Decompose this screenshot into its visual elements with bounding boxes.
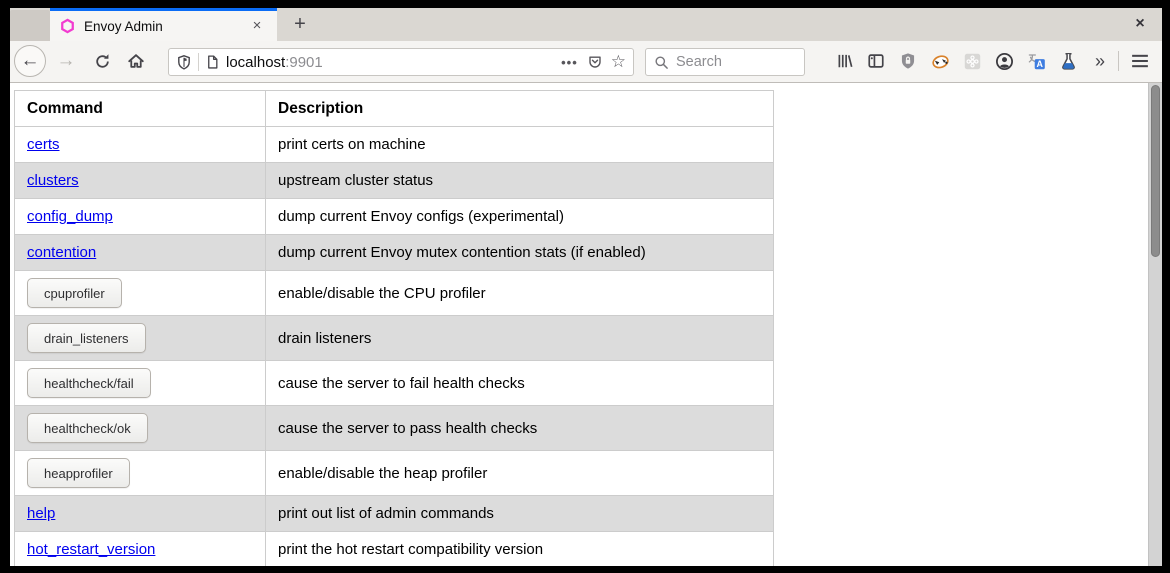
sidebar-icon <box>867 52 885 70</box>
command-link-certs[interactable]: certs <box>27 136 60 153</box>
search-icon <box>654 55 669 70</box>
url-host: localhost <box>226 54 285 71</box>
reload-button[interactable] <box>86 45 118 77</box>
flask-icon <box>1059 52 1078 71</box>
command-description: enable/disable the CPU profiler <box>266 271 774 316</box>
scrollbar-thumb[interactable] <box>1151 85 1160 257</box>
table-row: hot_restart_version print the hot restar… <box>15 532 774 567</box>
toolbar-separator <box>1118 51 1119 71</box>
command-description: upstream cluster status <box>266 163 774 199</box>
url-port: :9901 <box>285 54 323 71</box>
column-header-command: Command <box>15 91 266 127</box>
table-row: contention dump current Envoy mutex cont… <box>15 235 774 271</box>
urlbar-separator <box>198 53 199 71</box>
command-description: dump current Envoy mutex contention stat… <box>266 235 774 271</box>
tab-envoy-admin[interactable]: Envoy Admin × <box>50 8 277 41</box>
extension-flask-button[interactable] <box>1052 45 1084 77</box>
command-button-healthcheck-fail[interactable]: healthcheck/fail <box>27 368 151 398</box>
table-row: heapprofiler enable/disable the heap pro… <box>15 451 774 496</box>
reload-icon <box>94 53 111 70</box>
command-description: dump current Envoy configs (experimental… <box>266 199 774 235</box>
translate-icon: A <box>1027 52 1046 71</box>
bookmark-star-icon[interactable]: ☆ <box>611 52 626 72</box>
home-button[interactable] <box>120 45 152 77</box>
command-button-heapprofiler[interactable]: heapprofiler <box>27 458 130 488</box>
table-row: healthcheck/fail cause the server to fai… <box>15 361 774 406</box>
new-tab-button[interactable]: + <box>287 11 313 37</box>
extension-disabled-button[interactable] <box>956 45 988 77</box>
navigation-toolbar: ← → localhost:9901 <box>10 41 1162 83</box>
command-description: cause the server to fail health checks <box>266 361 774 406</box>
page-info-icon[interactable] <box>205 54 220 70</box>
command-link-config-dump[interactable]: config_dump <box>27 208 113 225</box>
hamburger-menu-icon <box>1131 53 1149 69</box>
tab-bar: Envoy Admin × + × <box>10 8 1162 41</box>
titlebar-spacer <box>10 10 50 41</box>
library-icon <box>836 52 854 70</box>
tab-close-icon[interactable]: × <box>247 16 267 36</box>
extension-badger-button[interactable] <box>924 45 956 77</box>
page-actions-icon[interactable]: ••• <box>561 55 578 70</box>
page-content: Command Description certs print certs on… <box>10 83 1162 566</box>
search-bar[interactable] <box>645 48 805 76</box>
window-close-button[interactable]: × <box>1126 10 1154 38</box>
svg-text:A: A <box>1036 58 1043 68</box>
column-header-description: Description <box>266 91 774 127</box>
command-link-help[interactable]: help <box>27 505 55 522</box>
tracking-protection-shield-icon <box>176 54 192 71</box>
command-link-contention[interactable]: contention <box>27 244 96 261</box>
search-input[interactable] <box>676 54 786 70</box>
app-menu-button[interactable] <box>1124 45 1156 77</box>
command-link-clusters[interactable]: clusters <box>27 172 79 189</box>
command-button-healthcheck-ok[interactable]: healthcheck/ok <box>27 413 148 443</box>
back-button[interactable]: ← <box>14 45 46 77</box>
command-link-hot-restart-version[interactable]: hot_restart_version <box>27 541 155 558</box>
command-button-cpuprofiler[interactable]: cpuprofiler <box>27 278 122 308</box>
command-button-drain-listeners[interactable]: drain_listeners <box>27 323 146 353</box>
table-row: help print out list of admin commands <box>15 496 774 532</box>
library-button[interactable] <box>829 45 861 77</box>
forward-button: → <box>50 45 82 77</box>
command-description: print the hot restart compatibility vers… <box>266 532 774 567</box>
command-description: print out list of admin commands <box>266 496 774 532</box>
account-button[interactable] <box>988 45 1020 77</box>
url-text: localhost:9901 <box>226 54 323 71</box>
account-icon <box>995 52 1014 71</box>
shield-lock-icon <box>899 52 917 70</box>
home-icon <box>127 52 145 70</box>
command-description: cause the server to pass health checks <box>266 406 774 451</box>
table-row: drain_listeners drain listeners <box>15 316 774 361</box>
disabled-extension-icon <box>963 52 982 71</box>
admin-commands-table: Command Description certs print certs on… <box>14 90 774 566</box>
table-row: cpuprofiler enable/disable the CPU profi… <box>15 271 774 316</box>
table-row: clusters upstream cluster status <box>15 163 774 199</box>
tab-title: Envoy Admin <box>84 19 247 34</box>
sidebar-toggle-button[interactable] <box>860 45 892 77</box>
extension-translate-button[interactable]: A <box>1020 45 1052 77</box>
pocket-icon[interactable] <box>587 54 603 70</box>
badger-icon <box>931 52 950 71</box>
url-bar[interactable]: localhost:9901 ••• ☆ <box>168 48 634 76</box>
vertical-scrollbar[interactable] <box>1148 83 1162 566</box>
extension-shield-lock-button[interactable] <box>892 45 924 77</box>
table-header-row: Command Description <box>15 91 774 127</box>
table-row: config_dump dump current Envoy configs (… <box>15 199 774 235</box>
envoy-favicon-icon <box>60 18 75 34</box>
browser-window: Envoy Admin × + × ← → <box>10 8 1162 566</box>
table-row: certs print certs on machine <box>15 127 774 163</box>
table-row: healthcheck/ok cause the server to pass … <box>15 406 774 451</box>
command-description: print certs on machine <box>266 127 774 163</box>
overflow-menu-button[interactable]: » <box>1084 45 1116 77</box>
command-description: drain listeners <box>266 316 774 361</box>
command-description: enable/disable the heap profiler <box>266 451 774 496</box>
